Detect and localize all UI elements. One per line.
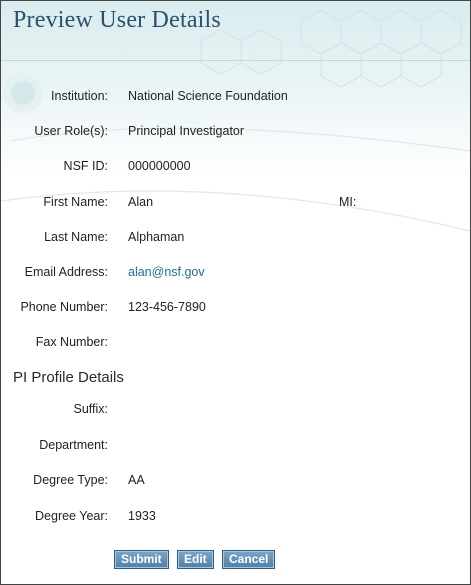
nsf-id-label: NSF ID: (63, 159, 108, 173)
user-roles-row: User Role(s): Principal Investigator (1, 124, 470, 142)
user-roles-label: User Role(s): (34, 124, 108, 138)
phone-label: Phone Number: (20, 300, 108, 314)
title-divider (1, 60, 470, 61)
suffix-label: Suffix: (73, 402, 108, 416)
middle-initial-label: MI: (339, 195, 357, 209)
first-name-label: First Name: (43, 195, 108, 209)
email-row: Email Address: alan@nsf.gov (1, 265, 470, 283)
institution-value: National Science Foundation (128, 89, 288, 103)
first-name-row: First Name: Alan MI: (1, 195, 470, 213)
page-title: Preview User Details (13, 7, 221, 33)
degree-type-label: Degree Type: (33, 473, 108, 487)
submit-button[interactable]: Submit (114, 550, 169, 569)
phone-row: Phone Number: 123-456-7890 (1, 300, 470, 318)
pi-profile-section-title: PI Profile Details (13, 369, 124, 386)
nsf-id-row: NSF ID: 000000000 (1, 159, 470, 177)
department-row: Department: (1, 438, 470, 456)
user-roles-value: Principal Investigator (128, 124, 245, 138)
email-link[interactable]: alan@nsf.gov (128, 265, 205, 279)
institution-row: Institution: National Science Foundation (1, 89, 470, 107)
degree-year-row: Degree Year: 1933 (1, 509, 470, 527)
degree-year-label: Degree Year: (35, 509, 108, 523)
edit-button[interactable]: Edit (177, 550, 214, 569)
cancel-button[interactable]: Cancel (222, 550, 276, 569)
first-name-value: Alan (128, 195, 154, 209)
degree-type-value: AA (128, 473, 145, 487)
last-name-row: Last Name: Alphaman (1, 230, 470, 248)
phone-value: 123-456-7890 (128, 300, 206, 314)
degree-year-value: 1933 (128, 509, 156, 523)
nsf-id-value: 000000000 (128, 159, 191, 173)
fax-label: Fax Number: (35, 335, 108, 349)
degree-type-row: Degree Type: AA (1, 473, 470, 491)
department-label: Department: (39, 438, 108, 452)
fax-row: Fax Number: (1, 335, 470, 353)
last-name-value: Alphaman (128, 230, 185, 244)
last-name-label: Last Name: (44, 230, 108, 244)
suffix-row: Suffix: (1, 402, 470, 420)
email-label: Email Address: (24, 265, 108, 279)
institution-label: Institution: (51, 89, 108, 103)
preview-user-details-panel: Preview User Details Institution: Nation… (0, 0, 471, 585)
